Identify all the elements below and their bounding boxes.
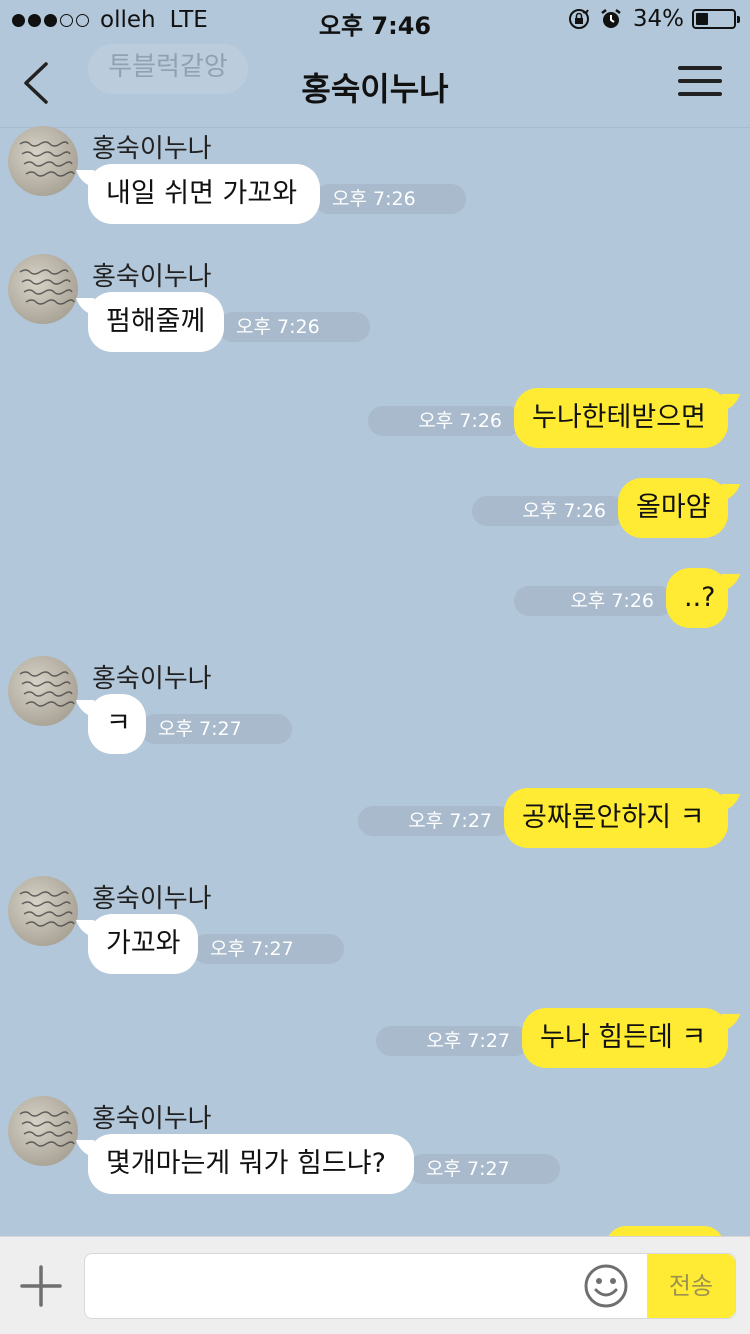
- message-time: 오후 7:26: [368, 406, 522, 436]
- message-bubble[interactable]: ㅋ: [88, 694, 146, 754]
- message-field-container: 전송: [84, 1253, 736, 1319]
- message-bubble[interactable]: 누나 힘든데 ㅋ: [522, 1008, 728, 1068]
- plus-icon: [20, 1265, 62, 1307]
- sender-name: 홍숙이누나: [92, 262, 212, 292]
- message-time: 오후 7:26: [314, 184, 466, 214]
- battery-fill: [696, 13, 709, 25]
- alarm-icon: [601, 9, 621, 28]
- attach-button[interactable]: [18, 1263, 64, 1309]
- menu-button[interactable]: [678, 64, 722, 100]
- avatar[interactable]: [8, 1096, 78, 1166]
- message-time: 오후 7:27: [192, 934, 344, 964]
- message-time: 오후 7:26: [472, 496, 626, 526]
- message-time: 오후 7:27: [408, 1154, 560, 1184]
- avatar[interactable]: [8, 126, 78, 196]
- message-bubble[interactable]: 가꼬와: [88, 914, 198, 974]
- message-time: 오후 7:27: [376, 1026, 530, 1056]
- status-bar: olleh LTE 오후 7:46 34%: [0, 0, 750, 42]
- message-bubble[interactable]: 펌해줄께: [88, 292, 224, 352]
- message-time: 오후 7:26: [218, 312, 370, 342]
- message-bubble[interactable]: 올마얌: [618, 478, 728, 538]
- battery-icon: [692, 9, 740, 29]
- message-time: 오후 7:27: [140, 714, 292, 744]
- send-button[interactable]: 전송: [647, 1254, 735, 1318]
- sender-name: 홍숙이누나: [92, 664, 212, 694]
- status-right: 34%: [559, 6, 740, 32]
- sender-name: 홍숙이누나: [92, 1104, 212, 1134]
- sender-name: 홍숙이누나: [92, 884, 212, 914]
- message-time: 오후 7:26: [514, 586, 674, 616]
- message-bubble[interactable]: 누나한테받으면: [514, 388, 728, 448]
- avatar[interactable]: [8, 254, 78, 324]
- message-bubble[interactable]: 공짜론안하지 ㅋ: [504, 788, 728, 848]
- rotation-lock-icon: [568, 9, 589, 29]
- avatar[interactable]: [8, 876, 78, 946]
- message-bubble[interactable]: 몇개마는게 뭐가 힘드냐?: [88, 1134, 414, 1194]
- chat-header: 투블럭같앙 홍숙이누나: [0, 42, 750, 128]
- emoji-button[interactable]: [583, 1263, 629, 1309]
- avatar[interactable]: [8, 656, 78, 726]
- emoji-icon: [584, 1264, 628, 1308]
- message-input[interactable]: [97, 1254, 577, 1318]
- message-bubble[interactable]: 내일 쉬면 가꼬와: [88, 164, 320, 224]
- message-time: 오후 7:27: [358, 806, 512, 836]
- message-bubble[interactable]: ..?: [666, 568, 728, 628]
- battery-percent: 34%: [632, 6, 684, 32]
- input-bar: 전송: [0, 1236, 750, 1334]
- sender-name: 홍숙이누나: [92, 134, 212, 164]
- chat-title: 홍숙이누나: [301, 70, 449, 108]
